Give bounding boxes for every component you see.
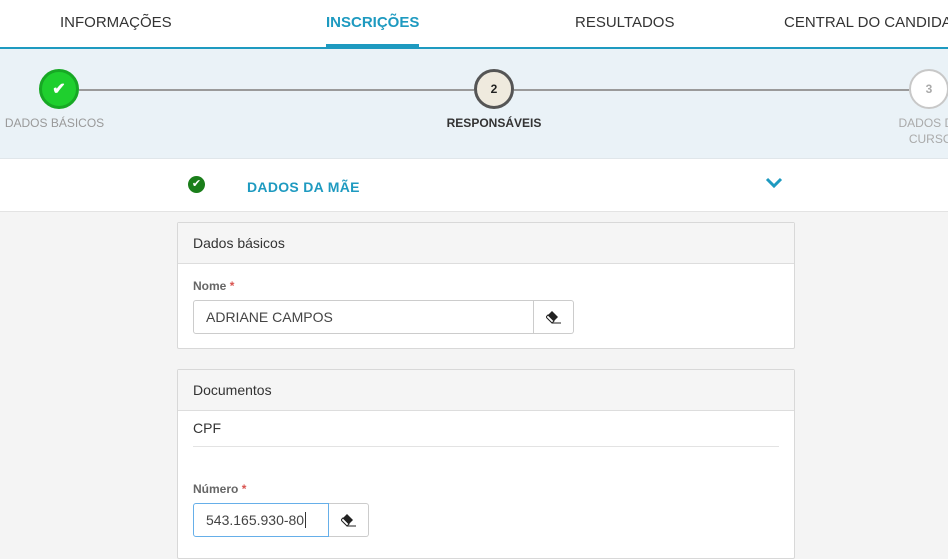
check-circle-icon: ✔ (188, 176, 205, 193)
tab-inscricoes[interactable]: INSCRIÇÕES (326, 14, 420, 48)
number-label-text: Número (193, 482, 239, 496)
divider (193, 446, 779, 447)
step-2-circle[interactable]: 2 (474, 69, 514, 109)
cpf-input-group: 543.165.930-80 (193, 503, 369, 537)
panel-dados-basicos: Dados básicos Nome * ADRIANE CAMPOS (177, 222, 795, 349)
required-mark: * (229, 279, 235, 293)
panel-documentos: Documentos CPF Número * 543.165.930-80 (177, 369, 795, 559)
cpf-number-value: 543.165.930-80 (206, 512, 305, 528)
required-mark: * (241, 482, 247, 496)
panel-header: Documentos (178, 370, 794, 411)
name-label-text: Nome (193, 279, 227, 293)
name-field-label: Nome * (193, 279, 234, 293)
tab-resultados[interactable]: RESULTADOS (575, 14, 674, 31)
step-2-label: RESPONSÁVEIS (446, 116, 542, 130)
step-1-circle[interactable]: ✔ (39, 69, 79, 109)
step-3-label: DADOS DO CURSO (898, 116, 948, 146)
clear-cpf-button[interactable] (329, 503, 369, 537)
stepper-connector (79, 89, 474, 91)
tab-central-do-candidato[interactable]: CENTRAL DO CANDIDATO (784, 14, 948, 31)
clear-name-button[interactable] (534, 300, 574, 334)
name-input-group: ADRIANE CAMPOS (193, 300, 574, 334)
step-1-label: DADOS BÁSICOS (4, 116, 105, 130)
progress-stepper: ✔ DADOS BÁSICOS 2 RESPONSÁVEIS 3 DADOS D… (0, 49, 948, 159)
eraser-icon (340, 514, 356, 527)
eraser-icon (545, 311, 561, 324)
text-caret (305, 512, 307, 528)
stepper-connector (514, 89, 909, 91)
tab-informacoes[interactable]: INFORMAÇÕES (60, 14, 172, 31)
name-input[interactable]: ADRIANE CAMPOS (193, 300, 534, 334)
cpf-subheader: CPF (193, 420, 221, 436)
chevron-down-icon[interactable] (764, 173, 784, 193)
section-title: DADOS DA MÃE (247, 179, 360, 195)
panel-header: Dados básicos (178, 223, 794, 264)
section-header-dados-da-mae[interactable]: ✔ DADOS DA MÃE (0, 159, 948, 212)
cpf-number-input[interactable]: 543.165.930-80 (193, 503, 329, 537)
top-navigation: INFORMAÇÕES INSCRIÇÕES RESULTADOS CENTRA… (0, 0, 948, 49)
cpf-number-field-label: Número * (193, 482, 246, 496)
step-3-circle[interactable]: 3 (909, 69, 948, 109)
